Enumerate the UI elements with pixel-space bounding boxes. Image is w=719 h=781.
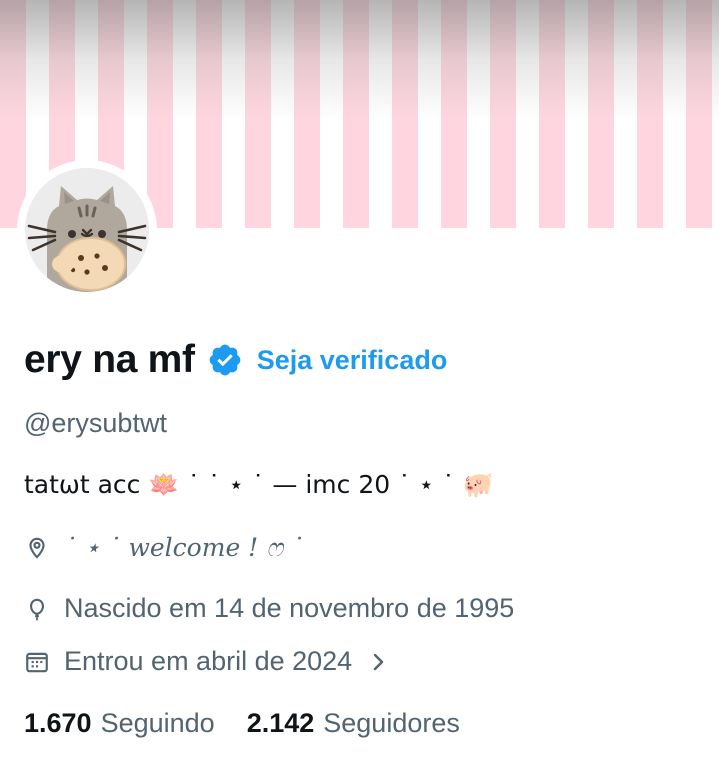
- joined-date-text: Entrou em abril de 2024: [64, 646, 353, 676]
- display-name: ery na mf: [24, 338, 195, 381]
- name-row: ery na mf Seja verificado: [24, 337, 447, 383]
- joined-row[interactable]: Entrou em abril de 2024: [24, 646, 388, 677]
- followers-count: 2.142: [246, 708, 315, 738]
- following-link[interactable]: 1.670 Seguindo: [24, 708, 215, 739]
- cat-avatar-illustration: [25, 168, 149, 292]
- get-verified-link[interactable]: Seja verificado: [257, 345, 448, 376]
- verified-badge-icon[interactable]: [207, 342, 243, 378]
- avatar[interactable]: [25, 168, 149, 292]
- location-row: ˙ ⋆ ˙ welcome ! ෆ ˙: [24, 533, 304, 563]
- chevron-right-icon[interactable]: [370, 649, 388, 675]
- calendar-icon: [24, 649, 50, 675]
- followers-label: Seguidores: [323, 708, 460, 738]
- profile-bio: tatωt acc 🪷 ˙ ˙ ⋆ ˙ — imc 20 ˙ ⋆ ˙ 🐖: [24, 470, 494, 499]
- following-count: 1.670: [24, 708, 92, 738]
- followers-link[interactable]: 2.142 Seguidores: [247, 708, 460, 739]
- location-text: ˙ ⋆ ˙ welcome ! ෆ ˙: [64, 533, 304, 562]
- birth-date-text: Nascido em 14 de novembro de 1995: [64, 593, 515, 623]
- location-pin-icon: [24, 535, 50, 561]
- user-handle: @erysubtwt: [24, 408, 167, 438]
- balloon-icon: [24, 596, 50, 622]
- following-label: Seguindo: [100, 708, 215, 738]
- follow-stats: 1.670 Seguindo 2.142 Seguidores: [24, 708, 460, 739]
- birth-row: Nascido em 14 de novembro de 1995: [24, 593, 514, 624]
